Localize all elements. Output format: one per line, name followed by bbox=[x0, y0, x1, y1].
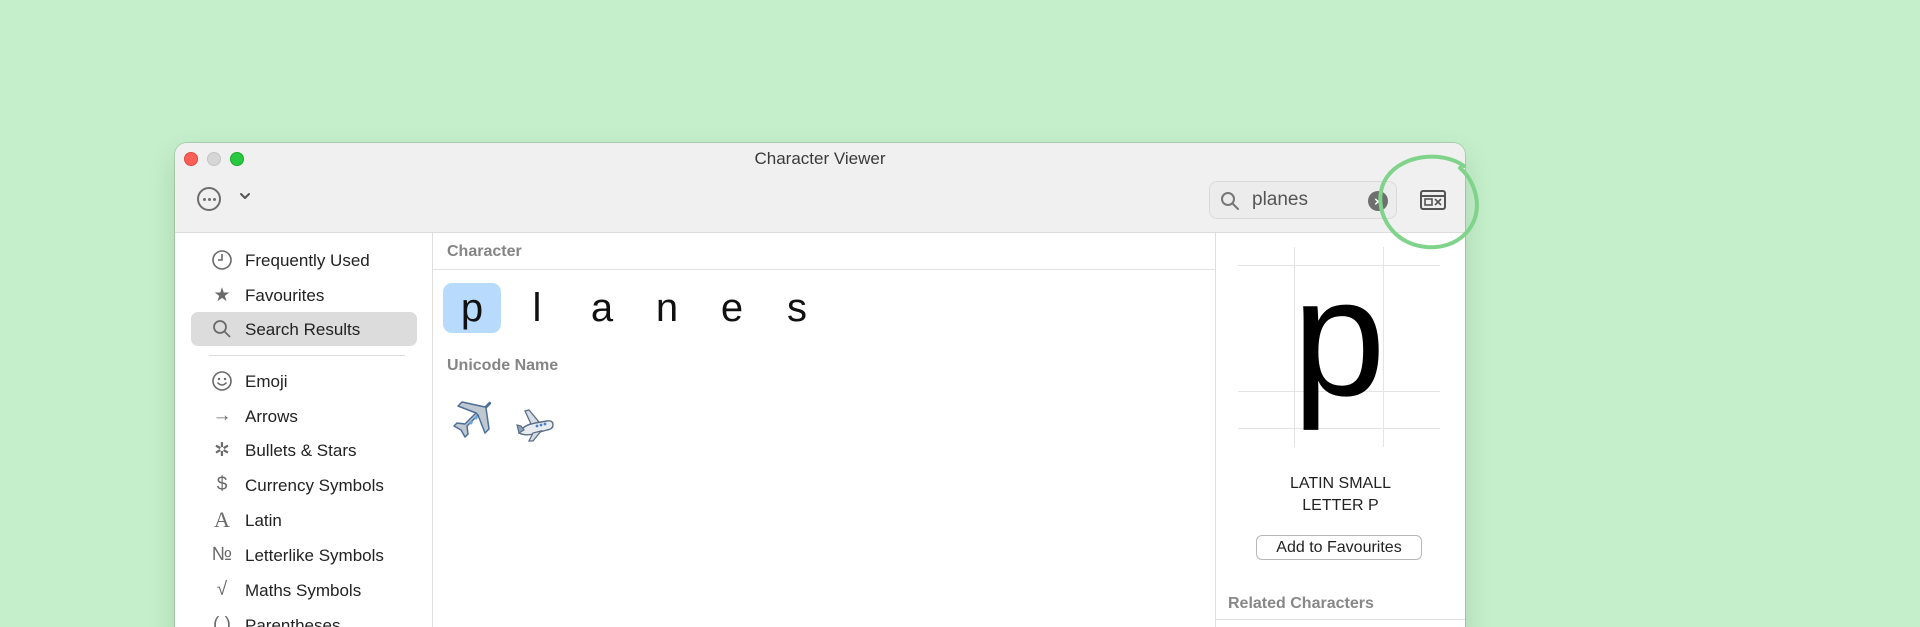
sidebar-item-label: Bullets & Stars bbox=[245, 441, 357, 460]
character-cell[interactable]: l bbox=[508, 283, 566, 333]
parentheses-icon: ( ) bbox=[213, 614, 231, 627]
related-characters-header: Related Characters bbox=[1228, 595, 1374, 612]
sidebar-item-parentheses[interactable]: ( ) Parentheses bbox=[191, 608, 417, 627]
asterisk-icon: ✲ bbox=[214, 439, 230, 461]
add-to-favourites-button[interactable]: Add to Favourites bbox=[1256, 535, 1422, 560]
search-field[interactable]: planes × bbox=[1209, 181, 1397, 219]
unicode-name-section-header: Unicode Name bbox=[447, 357, 559, 374]
search-input[interactable]: planes bbox=[1252, 189, 1308, 211]
glyph-preview-character: p bbox=[1292, 243, 1386, 431]
character-results: p l a n e s bbox=[443, 283, 826, 333]
sidebar-item-emoji[interactable]: Emoji bbox=[191, 364, 417, 398]
sidebar-item-label: Search Results bbox=[245, 320, 361, 339]
latin-a-icon: A bbox=[214, 507, 230, 532]
sidebar-item-search-results[interactable]: Search Results bbox=[191, 312, 417, 346]
sidebar-item-bullets-stars[interactable]: ✲ Bullets & Stars bbox=[191, 433, 417, 467]
sidebar-item-label: Maths Symbols bbox=[245, 581, 362, 600]
character-cell[interactable]: a bbox=[573, 283, 631, 333]
section-divider bbox=[433, 269, 1215, 270]
small-airplane-emoji[interactable] bbox=[511, 399, 559, 447]
search-icon bbox=[1221, 192, 1239, 210]
character-section-header: Character bbox=[447, 243, 522, 260]
character-viewer-window: Character Viewer planes × Frequently Use… bbox=[175, 143, 1465, 627]
arrow-icon: → bbox=[212, 405, 232, 426]
titlebar: Character Viewer planes × bbox=[175, 143, 1465, 233]
sidebar-item-label: Frequently Used bbox=[245, 251, 370, 270]
character-cell[interactable]: n bbox=[638, 283, 696, 333]
character-cell[interactable]: s bbox=[768, 283, 826, 333]
glyph-preview: p bbox=[1238, 247, 1440, 447]
sidebar-item-label: Arrows bbox=[245, 407, 298, 426]
square-root-icon: √ bbox=[216, 579, 228, 600]
sidebar-item-arrows[interactable]: → Arrows bbox=[191, 399, 417, 433]
character-cell[interactable]: e bbox=[703, 283, 761, 333]
sidebar-item-frequently-used[interactable]: Frequently Used bbox=[191, 243, 417, 277]
sidebar-item-label: Favourites bbox=[245, 286, 325, 305]
emoji-results bbox=[445, 399, 559, 447]
sidebar-item-favourites[interactable]: ★ Favourites bbox=[191, 278, 417, 312]
airplane-emoji[interactable] bbox=[445, 399, 493, 447]
character-cell[interactable]: p bbox=[443, 283, 501, 333]
chevron-down-icon[interactable] bbox=[238, 189, 252, 203]
sidebar-item-label: Currency Symbols bbox=[245, 476, 384, 495]
sidebar-item-currency-symbols[interactable]: $ Currency Symbols bbox=[191, 468, 417, 502]
smiley-icon bbox=[209, 368, 235, 394]
clock-icon bbox=[209, 247, 235, 273]
sidebar-divider bbox=[209, 355, 405, 356]
sidebar-item-label: Letterlike Symbols bbox=[245, 546, 384, 565]
sidebar-item-label: Latin bbox=[245, 511, 282, 530]
ellipsis-circle-icon[interactable] bbox=[197, 187, 221, 211]
search-icon bbox=[209, 316, 235, 342]
unicode-character-name: LATIN SMALL LETTER P bbox=[1289, 475, 1392, 514]
highlight-circle-annotation bbox=[1378, 154, 1479, 250]
star-icon: ★ bbox=[213, 284, 231, 306]
sidebar-item-maths-symbols[interactable]: √ Maths Symbols bbox=[191, 573, 417, 607]
category-sidebar: Frequently Used ★ Favourites Search Resu… bbox=[175, 233, 433, 627]
sidebar-item-label: Emoji bbox=[245, 372, 288, 391]
section-divider bbox=[1216, 619, 1465, 620]
sidebar-item-latin[interactable]: A Latin bbox=[191, 503, 417, 537]
dollar-icon: $ bbox=[216, 474, 228, 495]
window-title: Character Viewer bbox=[754, 149, 886, 168]
numero-icon: № bbox=[211, 544, 233, 565]
character-grid-panel: Character p l a n e s Unicode Name bbox=[433, 233, 1215, 627]
sidebar-item-letterlike-symbols[interactable]: № Letterlike Symbols bbox=[191, 538, 417, 572]
sidebar-item-label: Parentheses bbox=[245, 616, 341, 627]
character-inspector: p LATIN SMALL LETTER P Add to Favourites… bbox=[1215, 233, 1465, 627]
